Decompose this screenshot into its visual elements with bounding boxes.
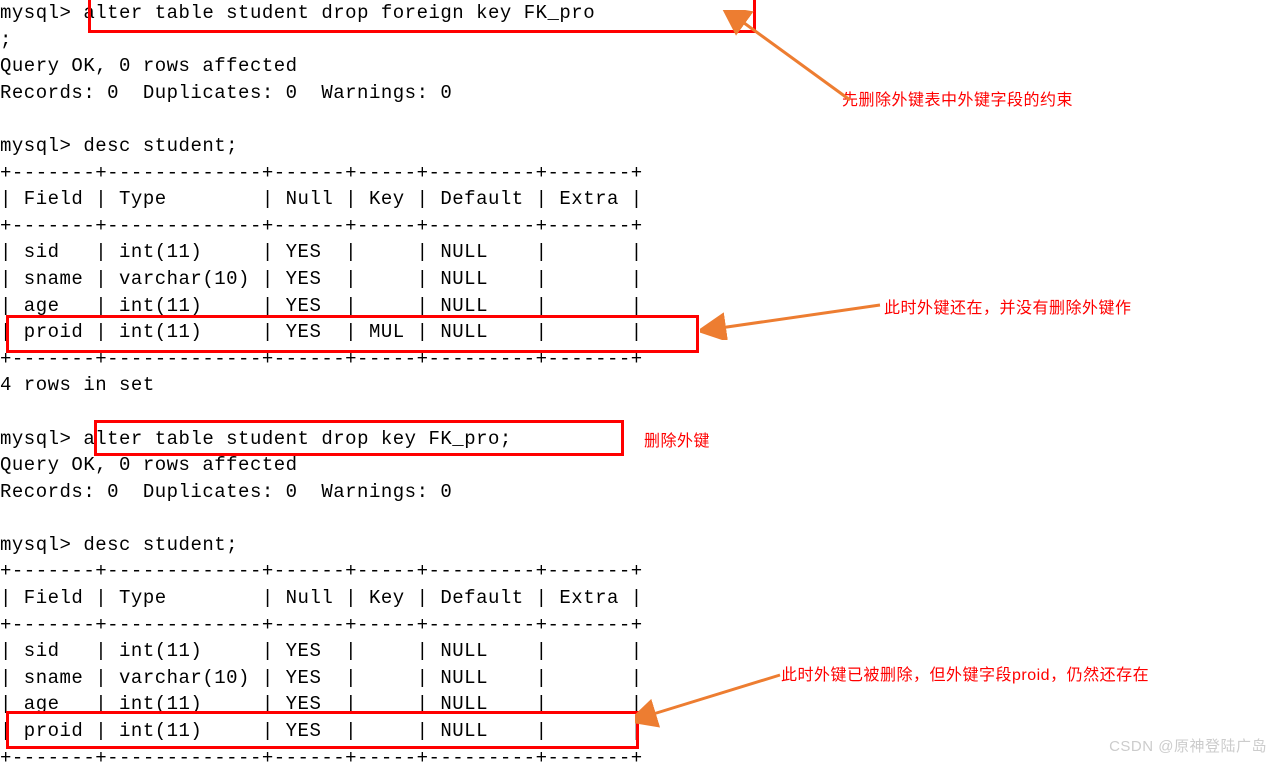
table-row: | proid | int(11) | YES | | NULL | | xyxy=(0,718,1279,745)
table-row: | sid | int(11) | YES | | NULL | | xyxy=(0,239,1279,266)
table-separator: +-------+-------------+------+-----+----… xyxy=(0,346,1279,373)
prompt: mysql> xyxy=(0,2,71,24)
table-separator: +-------+-------------+------+-----+----… xyxy=(0,558,1279,585)
annotation-1: 先删除外键表中外键字段的约束 xyxy=(842,86,1073,110)
table-separator: +-------+-------------+------+-----+----… xyxy=(0,612,1279,639)
prompt: mysql> xyxy=(0,534,71,556)
records-line: Records: 0 Duplicates: 0 Warnings: 0 xyxy=(0,479,1279,506)
annotation-2: 此时外键还在，并没有删除外键作 xyxy=(884,294,1132,318)
table-separator: +-------+-------------+------+-----+----… xyxy=(0,213,1279,240)
table-row: | age | int(11) | YES | | NULL | | xyxy=(0,691,1279,718)
semicolon-line: ; xyxy=(0,27,1279,54)
sql-command: alter table student drop key FK_pro; xyxy=(83,428,511,450)
rows-in-set: 4 rows in set xyxy=(0,372,1279,399)
sql-desc: desc student; xyxy=(83,135,238,157)
table-row: | proid | int(11) | YES | MUL | NULL | | xyxy=(0,319,1279,346)
sql-command: alter table student drop foreign key FK_… xyxy=(83,2,595,24)
watermark: CSDN @原神登陆广岛 xyxy=(1109,735,1267,756)
query-ok: Query OK, 0 rows affected xyxy=(0,53,1279,80)
terminal-output: mysql> alter table student drop foreign … xyxy=(0,0,1279,771)
table-row: | sname | varchar(10) | YES | | NULL | | xyxy=(0,266,1279,293)
table-header: | Field | Type | Null | Key | Default | … xyxy=(0,585,1279,612)
prompt: mysql> xyxy=(0,135,71,157)
table-separator: +-------+-------------+------+-----+----… xyxy=(0,160,1279,187)
table-header: | Field | Type | Null | Key | Default | … xyxy=(0,186,1279,213)
sql-desc: desc student; xyxy=(83,534,238,556)
records-line: Records: 0 Duplicates: 0 Warnings: 0 xyxy=(0,80,1279,107)
annotation-3: 删除外键 xyxy=(644,427,710,451)
annotation-4: 此时外键已被删除，但外键字段proid，仍然还存在 xyxy=(781,661,1149,685)
table-separator: +-------+-------------+------+-----+----… xyxy=(0,745,1279,771)
prompt: mysql> xyxy=(0,428,71,450)
query-ok: Query OK, 0 rows affected xyxy=(0,452,1279,479)
